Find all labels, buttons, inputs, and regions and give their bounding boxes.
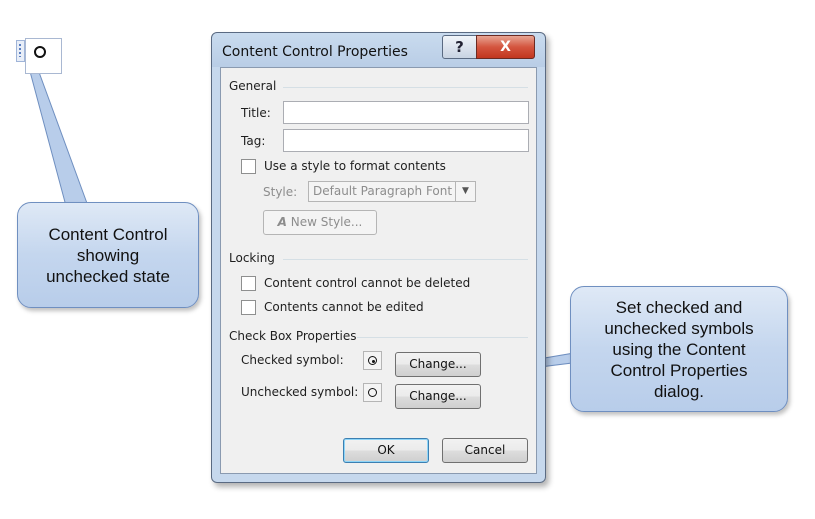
unchecked-circle-icon bbox=[368, 388, 377, 397]
cannot-delete-checkbox[interactable] bbox=[241, 276, 256, 291]
checked-symbol-label: Checked symbol: bbox=[241, 353, 344, 367]
content-control-checkbox[interactable] bbox=[25, 38, 62, 74]
section-locking: Locking bbox=[229, 251, 275, 265]
tag-input[interactable] bbox=[283, 129, 529, 152]
divider bbox=[357, 337, 528, 338]
dialog-title: Content Control Properties bbox=[222, 44, 408, 60]
chevron-down-icon: ▼ bbox=[455, 182, 475, 201]
unchecked-symbol-preview bbox=[363, 383, 382, 402]
unchecked-symbol-label: Unchecked symbol: bbox=[241, 385, 359, 399]
section-general: General bbox=[229, 79, 277, 93]
style-dropdown-value: Default Paragraph Font bbox=[313, 184, 453, 198]
content-control-properties-dialog: Content Control Properties ? X General T… bbox=[211, 32, 546, 483]
checked-circle-icon bbox=[368, 356, 377, 365]
divider bbox=[283, 87, 528, 88]
dialog-titlebar[interactable]: Content Control Properties ? X bbox=[212, 33, 545, 67]
checked-symbol-preview bbox=[363, 351, 382, 370]
close-button[interactable]: X bbox=[476, 35, 535, 59]
divider bbox=[283, 259, 528, 260]
cancel-button[interactable]: Cancel bbox=[442, 438, 528, 463]
question-mark-icon: ? bbox=[455, 38, 464, 56]
help-button[interactable]: ? bbox=[442, 35, 477, 59]
style-dropdown[interactable]: Default Paragraph Font ▼ bbox=[308, 181, 476, 202]
change-checked-symbol-button[interactable]: Change... bbox=[395, 352, 481, 377]
section-check-box-properties: Check Box Properties bbox=[229, 329, 357, 343]
tag-label: Tag: bbox=[241, 134, 266, 148]
cannot-edit-label: Contents cannot be edited bbox=[264, 300, 424, 314]
drag-handle-icon bbox=[19, 44, 21, 57]
callout-set-symbols: Set checked and unchecked symbols using … bbox=[570, 286, 788, 412]
new-style-icon: A bbox=[277, 215, 287, 229]
left-callout-pointer bbox=[27, 63, 89, 207]
use-style-checkbox[interactable] bbox=[241, 159, 256, 174]
title-input[interactable] bbox=[283, 101, 529, 124]
new-style-button-label: New Style... bbox=[290, 215, 363, 229]
content-control-handle[interactable] bbox=[16, 40, 25, 62]
unchecked-circle-icon bbox=[34, 46, 46, 58]
change-unchecked-symbol-button[interactable]: Change... bbox=[395, 384, 481, 409]
dialog-body: General Title: Tag: Use a style to forma… bbox=[220, 67, 537, 474]
new-style-button[interactable]: A New Style... bbox=[263, 210, 377, 235]
style-label: Style: bbox=[263, 185, 298, 199]
title-label: Title: bbox=[241, 106, 271, 120]
close-icon: X bbox=[500, 39, 511, 55]
ok-button[interactable]: OK bbox=[343, 438, 429, 463]
use-style-label: Use a style to format contents bbox=[264, 159, 446, 173]
cannot-edit-checkbox[interactable] bbox=[241, 300, 256, 315]
callout-unchecked-state: Content Control showing unchecked state bbox=[17, 202, 199, 308]
cannot-delete-label: Content control cannot be deleted bbox=[264, 276, 471, 290]
